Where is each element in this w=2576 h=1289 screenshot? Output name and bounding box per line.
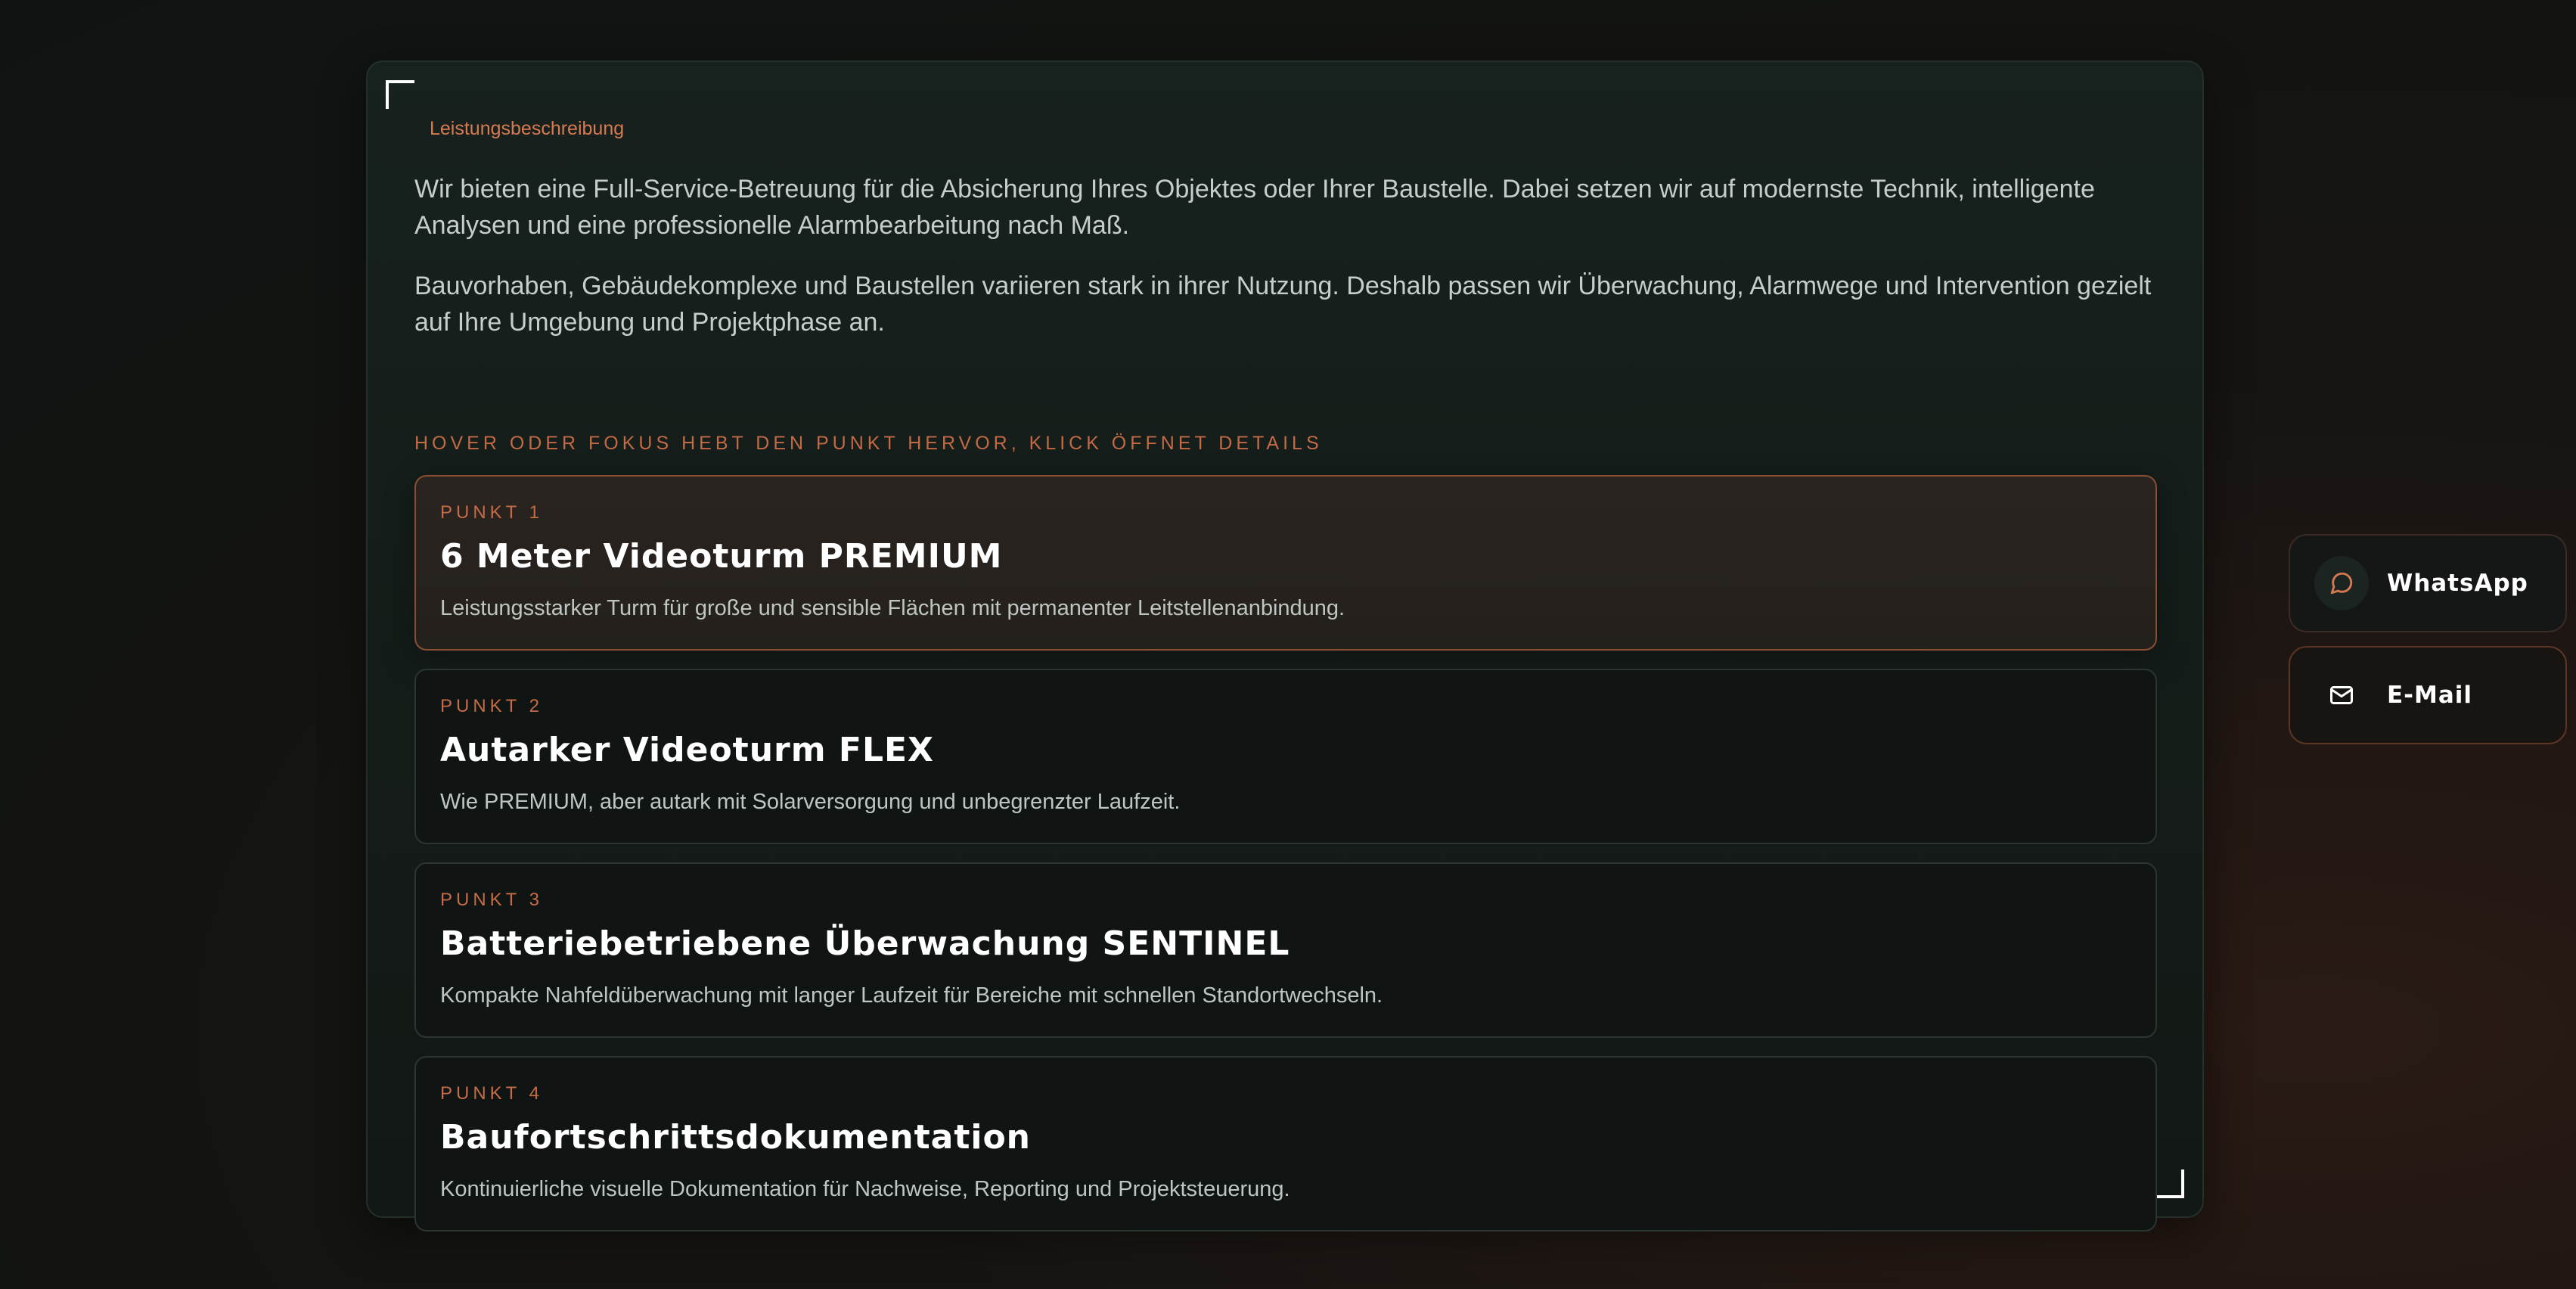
service-point-card-1[interactable]: PUNKT 1 6 Meter Videoturm PREMIUM Leistu… bbox=[414, 475, 2157, 651]
email-label: E-Mail bbox=[2387, 682, 2473, 709]
service-point-card-2[interactable]: PUNKT 2 Autarker Videoturm FLEX Wie PREM… bbox=[414, 669, 2157, 844]
card-description: Kontinuierliche visuelle Dokumentation f… bbox=[440, 1177, 1290, 1201]
card-description: Leistungsstarker Turm für große und sens… bbox=[440, 596, 1345, 620]
corner-bracket-top-left bbox=[386, 80, 414, 109]
interaction-hint: HOVER ODER FOKUS HEBT DEN PUNKT HERVOR, … bbox=[414, 433, 1323, 454]
card-kicker: PUNKT 1 bbox=[440, 502, 543, 523]
section-label: Leistungsbeschreibung bbox=[430, 118, 625, 139]
intro-paragraph-1: Wir bieten eine Full-Service-Betreuung f… bbox=[414, 175, 2095, 240]
service-description-panel: Leistungsbeschreibung Wir bieten eine Fu… bbox=[366, 61, 2204, 1232]
whatsapp-label: WhatsApp bbox=[2387, 570, 2528, 597]
card-description: Kompakte Nahfeldüberwachung mit langer L… bbox=[440, 983, 1383, 1008]
card-title: 6 Meter Videoturm PREMIUM bbox=[440, 537, 1003, 576]
card-description: Wie PREMIUM, aber autark mit Solarversor… bbox=[440, 790, 1181, 814]
card-title: Baufortschrittsdokumentation bbox=[440, 1118, 1032, 1157]
service-point-list: PUNKT 1 6 Meter Videoturm PREMIUM Leistu… bbox=[414, 475, 2157, 1250]
card-title: Batteriebetriebene Überwachung SENTINEL bbox=[440, 924, 1290, 963]
card-kicker: PUNKT 3 bbox=[440, 890, 543, 910]
email-button[interactable]: E-Mail bbox=[2289, 646, 2567, 744]
chat-bubble-icon bbox=[2314, 556, 2369, 610]
card-kicker: PUNKT 2 bbox=[440, 696, 543, 716]
intro-paragraph-2: Bauvorhaben, Gebäudekomplexe und Baustel… bbox=[414, 272, 2152, 337]
envelope-icon bbox=[2314, 668, 2369, 722]
card-title: Autarker Videoturm FLEX bbox=[440, 731, 934, 769]
intro-text: Wir bieten eine Full-Service-Betreuung f… bbox=[414, 171, 2162, 365]
service-point-card-4[interactable]: PUNKT 4 Baufortschrittsdokumentation Kon… bbox=[414, 1056, 2157, 1232]
card-kicker: PUNKT 4 bbox=[440, 1083, 543, 1104]
corner-bracket-bottom-right bbox=[2155, 1169, 2184, 1198]
whatsapp-button[interactable]: WhatsApp bbox=[2289, 534, 2567, 632]
service-point-card-3[interactable]: PUNKT 3 Batteriebetriebene Überwachung S… bbox=[414, 862, 2157, 1038]
